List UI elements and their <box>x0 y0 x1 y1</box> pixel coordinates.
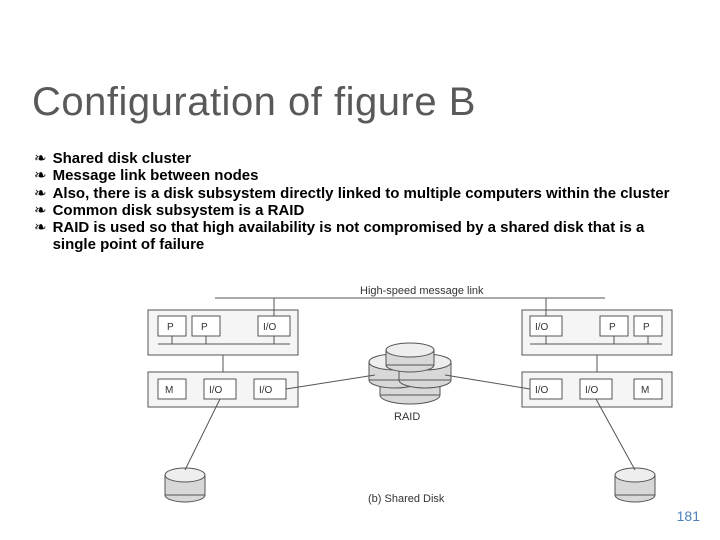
bullet-item: ❧ Shared disk cluster <box>34 150 686 167</box>
link-label: High-speed message link <box>360 285 484 297</box>
module-label: P <box>201 322 208 333</box>
diagram-caption: (b) Shared Disk <box>368 493 445 505</box>
bullet-text: Message link between nodes <box>53 167 686 184</box>
raid-label: RAID <box>394 411 420 423</box>
bullet-item: ❧ Message link between nodes <box>34 167 686 184</box>
module-label: I/O <box>259 385 273 396</box>
module-label: I/O <box>535 322 549 333</box>
bullet-glyph: ❧ <box>34 202 47 219</box>
bullet-list: ❧ Shared disk cluster ❧ Message link bet… <box>34 150 686 254</box>
module-label: P <box>609 322 616 333</box>
shared-disk-diagram: High-speed message link P P I/O M I/O I/… <box>130 280 690 520</box>
bullet-glyph: ❧ <box>34 219 47 236</box>
raid-icon <box>369 343 451 404</box>
bullet-glyph: ❧ <box>34 185 47 202</box>
bullet-text: RAID is used so that high availability i… <box>53 219 686 254</box>
bullet-text: Shared disk cluster <box>53 150 686 167</box>
module-label: I/O <box>263 322 277 333</box>
bullet-text: Common disk subsystem is a RAID <box>53 202 686 219</box>
module-label: I/O <box>585 385 599 396</box>
disk-icon <box>615 468 655 502</box>
module-label: P <box>643 322 650 333</box>
bullet-item: ❧ RAID is used so that high availability… <box>34 219 686 254</box>
module-label: I/O <box>209 385 223 396</box>
bullet-item: ❧ Also, there is a disk subsystem direct… <box>34 185 686 202</box>
module-label: I/O <box>535 385 549 396</box>
page-number: 181 <box>677 508 700 524</box>
bullet-glyph: ❧ <box>34 167 47 184</box>
module-label: M <box>165 385 173 396</box>
bullet-item: ❧ Common disk subsystem is a RAID <box>34 202 686 219</box>
module-label: P <box>167 322 174 333</box>
bullet-text: Also, there is a disk subsystem directly… <box>53 185 686 202</box>
module-label: M <box>641 385 649 396</box>
disk-icon <box>165 468 205 502</box>
slide-title: Configuration of figure B <box>32 80 476 125</box>
bullet-glyph: ❧ <box>34 150 47 167</box>
